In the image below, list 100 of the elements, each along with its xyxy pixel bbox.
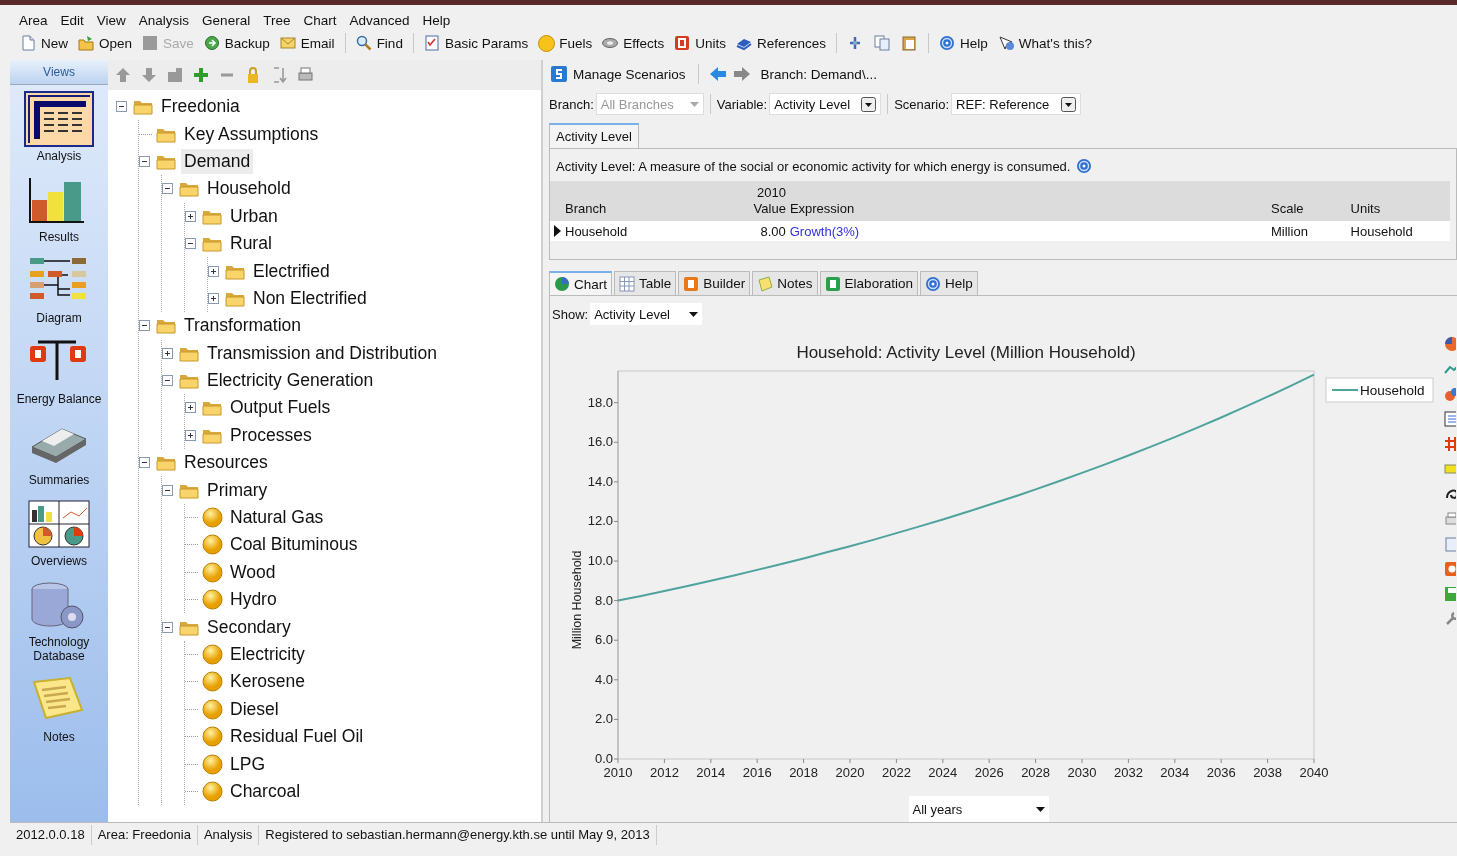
toolbar-button[interactable]: New (16, 32, 72, 54)
hierarchy-item[interactable]: Electrified (250, 258, 333, 284)
expand-icon[interactable] (185, 402, 196, 414)
toolbar-button[interactable]: Backup (199, 32, 274, 54)
tab[interactable]: Elaboration (819, 271, 918, 295)
manage-scenarios-button[interactable]: Manage Scenarios (549, 66, 688, 82)
back-arrow-icon[interactable] (708, 66, 727, 82)
toolbar-button[interactable]: References (732, 32, 831, 54)
hierarchy-item[interactable]: Wood (227, 559, 279, 585)
collapse-icon[interactable] (162, 621, 173, 633)
help-icon[interactable] (1076, 158, 1093, 174)
hierarchy-item[interactable]: Residual Fuel Oil (227, 724, 367, 750)
menu-item[interactable]: Analysis (138, 13, 190, 29)
hierarchy-item[interactable]: Demand (181, 148, 254, 174)
pie-icon[interactable] (1444, 336, 1456, 352)
toolbar-button[interactable]: Units (670, 32, 730, 54)
tab[interactable]: Help (919, 271, 978, 295)
hierarchy-item[interactable]: Transformation (181, 313, 305, 339)
printer-icon[interactable] (296, 66, 314, 84)
menu-item[interactable]: View (96, 13, 126, 29)
tab[interactable]: Table (614, 271, 677, 295)
table-icon[interactable] (1444, 411, 1456, 427)
hierarchy-item[interactable]: Natural Gas (227, 505, 327, 531)
expand-icon[interactable] (185, 429, 196, 441)
toolbar-button[interactable]: Effects (598, 32, 669, 54)
hierarchy-item[interactable]: LPG (227, 751, 269, 777)
collapse-icon[interactable] (185, 238, 196, 250)
toolbar-button[interactable]: Email (275, 32, 339, 54)
hierarchy-item[interactable]: Electricity Generation (204, 368, 377, 394)
dropdown[interactable]: REF: Reference (951, 93, 1082, 115)
hierarchy-item[interactable]: Urban (227, 203, 281, 229)
sidebar-item[interactable]: Summaries (14, 415, 104, 487)
sidebar-item[interactable]: Technology Database (14, 577, 104, 663)
expand-icon[interactable] (208, 265, 219, 277)
hierarchy-item[interactable]: Resources (181, 450, 271, 476)
wrench-icon[interactable] (1444, 611, 1456, 627)
dropdown[interactable]: Activity Level (590, 303, 703, 325)
menu-item[interactable]: Advanced (349, 13, 410, 29)
hierarchy-item[interactable]: Processes (227, 422, 315, 448)
tab[interactable]: Chart (549, 271, 612, 295)
clipboard-icon[interactable] (901, 34, 919, 52)
add-icon[interactable] (192, 66, 210, 84)
tab[interactable]: Builder (678, 271, 751, 295)
toolbar-button[interactable]: What's this? (993, 32, 1096, 54)
dropdown[interactable]: Activity Level (769, 93, 882, 115)
menu-item[interactable]: Chart (303, 13, 337, 29)
collapse-icon[interactable] (162, 484, 173, 496)
menu-item[interactable]: Tree (263, 13, 291, 29)
balls-icon[interactable] (1444, 386, 1456, 402)
hash-icon[interactable] (1444, 436, 1456, 452)
hierarchy-item[interactable]: Kerosene (227, 669, 308, 695)
toolbar-button[interactable]: Help (935, 32, 992, 54)
menu-item[interactable]: Help (422, 13, 451, 29)
hierarchy-item[interactable]: Secondary (204, 614, 294, 640)
clipboard-icon[interactable] (1444, 536, 1456, 552)
sidebar-item[interactable]: Diagram (14, 253, 104, 325)
swirl-icon[interactable] (1444, 486, 1456, 502)
hierarchy-item[interactable]: Charcoal (227, 778, 304, 804)
hierarchy-item[interactable]: Non Electrified (250, 285, 370, 311)
dropdown[interactable]: All years (908, 796, 1049, 822)
hierarchy-item[interactable]: Transmission and Distribution (204, 340, 440, 366)
toolbar-button[interactable]: Fuels (534, 32, 597, 54)
copy-icon[interactable] (874, 34, 892, 52)
collapse-icon[interactable] (162, 183, 173, 195)
tab[interactable]: Activity Level (549, 123, 639, 148)
printer-icon[interactable] (1444, 511, 1456, 527)
sidebar-item[interactable]: Energy Balance (14, 334, 104, 406)
hierarchy-item[interactable]: Rural (227, 231, 275, 257)
sidebar-item[interactable]: Overviews (14, 496, 104, 568)
menu-item[interactable]: General (202, 13, 251, 29)
collapse-icon[interactable] (116, 101, 127, 113)
expand-icon[interactable] (208, 292, 219, 304)
indent-icon[interactable] (166, 66, 184, 84)
sidebar-item[interactable]: Results (14, 172, 104, 244)
hierarchy-item[interactable]: Coal Bituminous (227, 532, 361, 558)
forward-arrow-icon[interactable] (732, 66, 751, 82)
hierarchy-item[interactable]: Freedonia (158, 94, 243, 120)
hierarchy-item[interactable]: Primary (204, 477, 271, 503)
hierarchy-item[interactable]: Output Fuels (227, 395, 334, 421)
collapse-icon[interactable] (139, 320, 150, 332)
toolbar-button[interactable]: Open (74, 32, 137, 54)
up-arrow-icon[interactable] (114, 66, 132, 84)
toolbar-button[interactable]: Basic Params (419, 32, 533, 54)
expression-link[interactable]: Growth(3%) (789, 223, 1271, 239)
hierarchy-item[interactable]: Key Assumptions (181, 121, 322, 147)
collapse-icon[interactable] (139, 457, 150, 469)
toolbar-button[interactable]: Find (351, 32, 407, 54)
hierarchy-item[interactable]: Electricity (227, 642, 308, 667)
collapse-icon[interactable] (162, 375, 173, 387)
hierarchy-item[interactable]: Hydro (227, 587, 280, 613)
menu-item[interactable]: Edit (60, 13, 84, 29)
sidebar-item[interactable]: Notes (14, 672, 104, 744)
expand-icon[interactable] (162, 347, 173, 359)
collapse-icon[interactable] (139, 155, 150, 167)
hierarchy-item[interactable]: Diesel (227, 696, 282, 722)
hierarchy-item[interactable]: Household (204, 176, 294, 202)
down-arrow-icon[interactable] (140, 66, 158, 84)
menu-item[interactable]: Area (19, 13, 48, 29)
tab[interactable]: Notes (752, 271, 818, 295)
expand-icon[interactable] (185, 210, 196, 222)
